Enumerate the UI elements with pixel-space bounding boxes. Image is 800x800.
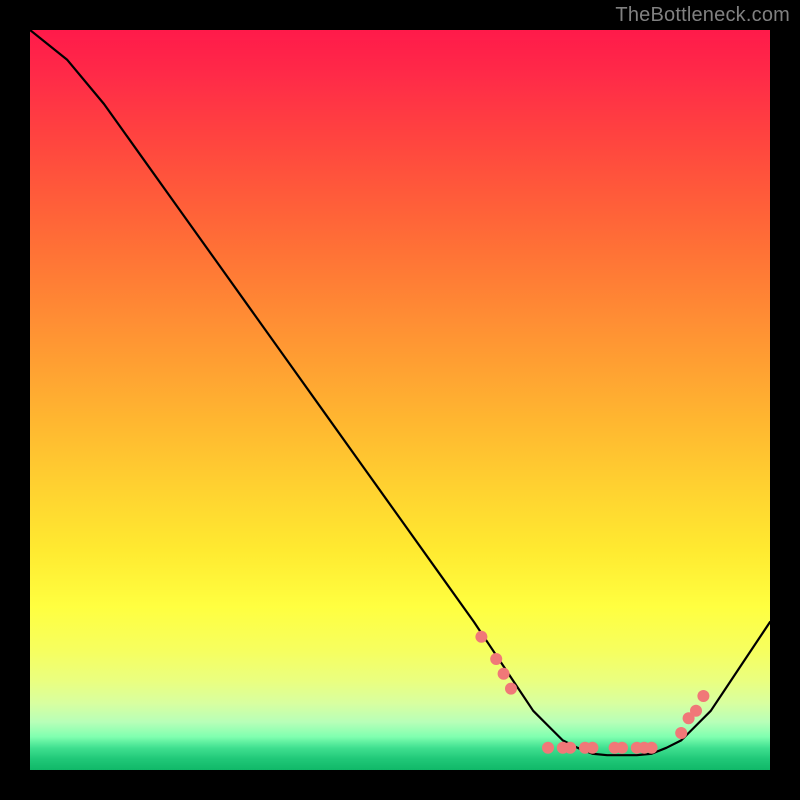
data-point xyxy=(564,742,576,754)
data-point xyxy=(690,705,702,717)
data-point xyxy=(586,742,598,754)
data-point xyxy=(475,631,487,643)
data-point xyxy=(490,653,502,665)
data-point xyxy=(697,690,709,702)
data-point xyxy=(675,727,687,739)
attribution-text: TheBottleneck.com xyxy=(615,4,790,27)
chart-area xyxy=(30,30,770,770)
data-point xyxy=(498,668,510,680)
data-point xyxy=(505,683,517,695)
chart-svg xyxy=(30,30,770,770)
data-point xyxy=(542,742,554,754)
data-point xyxy=(646,742,658,754)
data-point xyxy=(616,742,628,754)
gradient-background xyxy=(30,30,770,770)
